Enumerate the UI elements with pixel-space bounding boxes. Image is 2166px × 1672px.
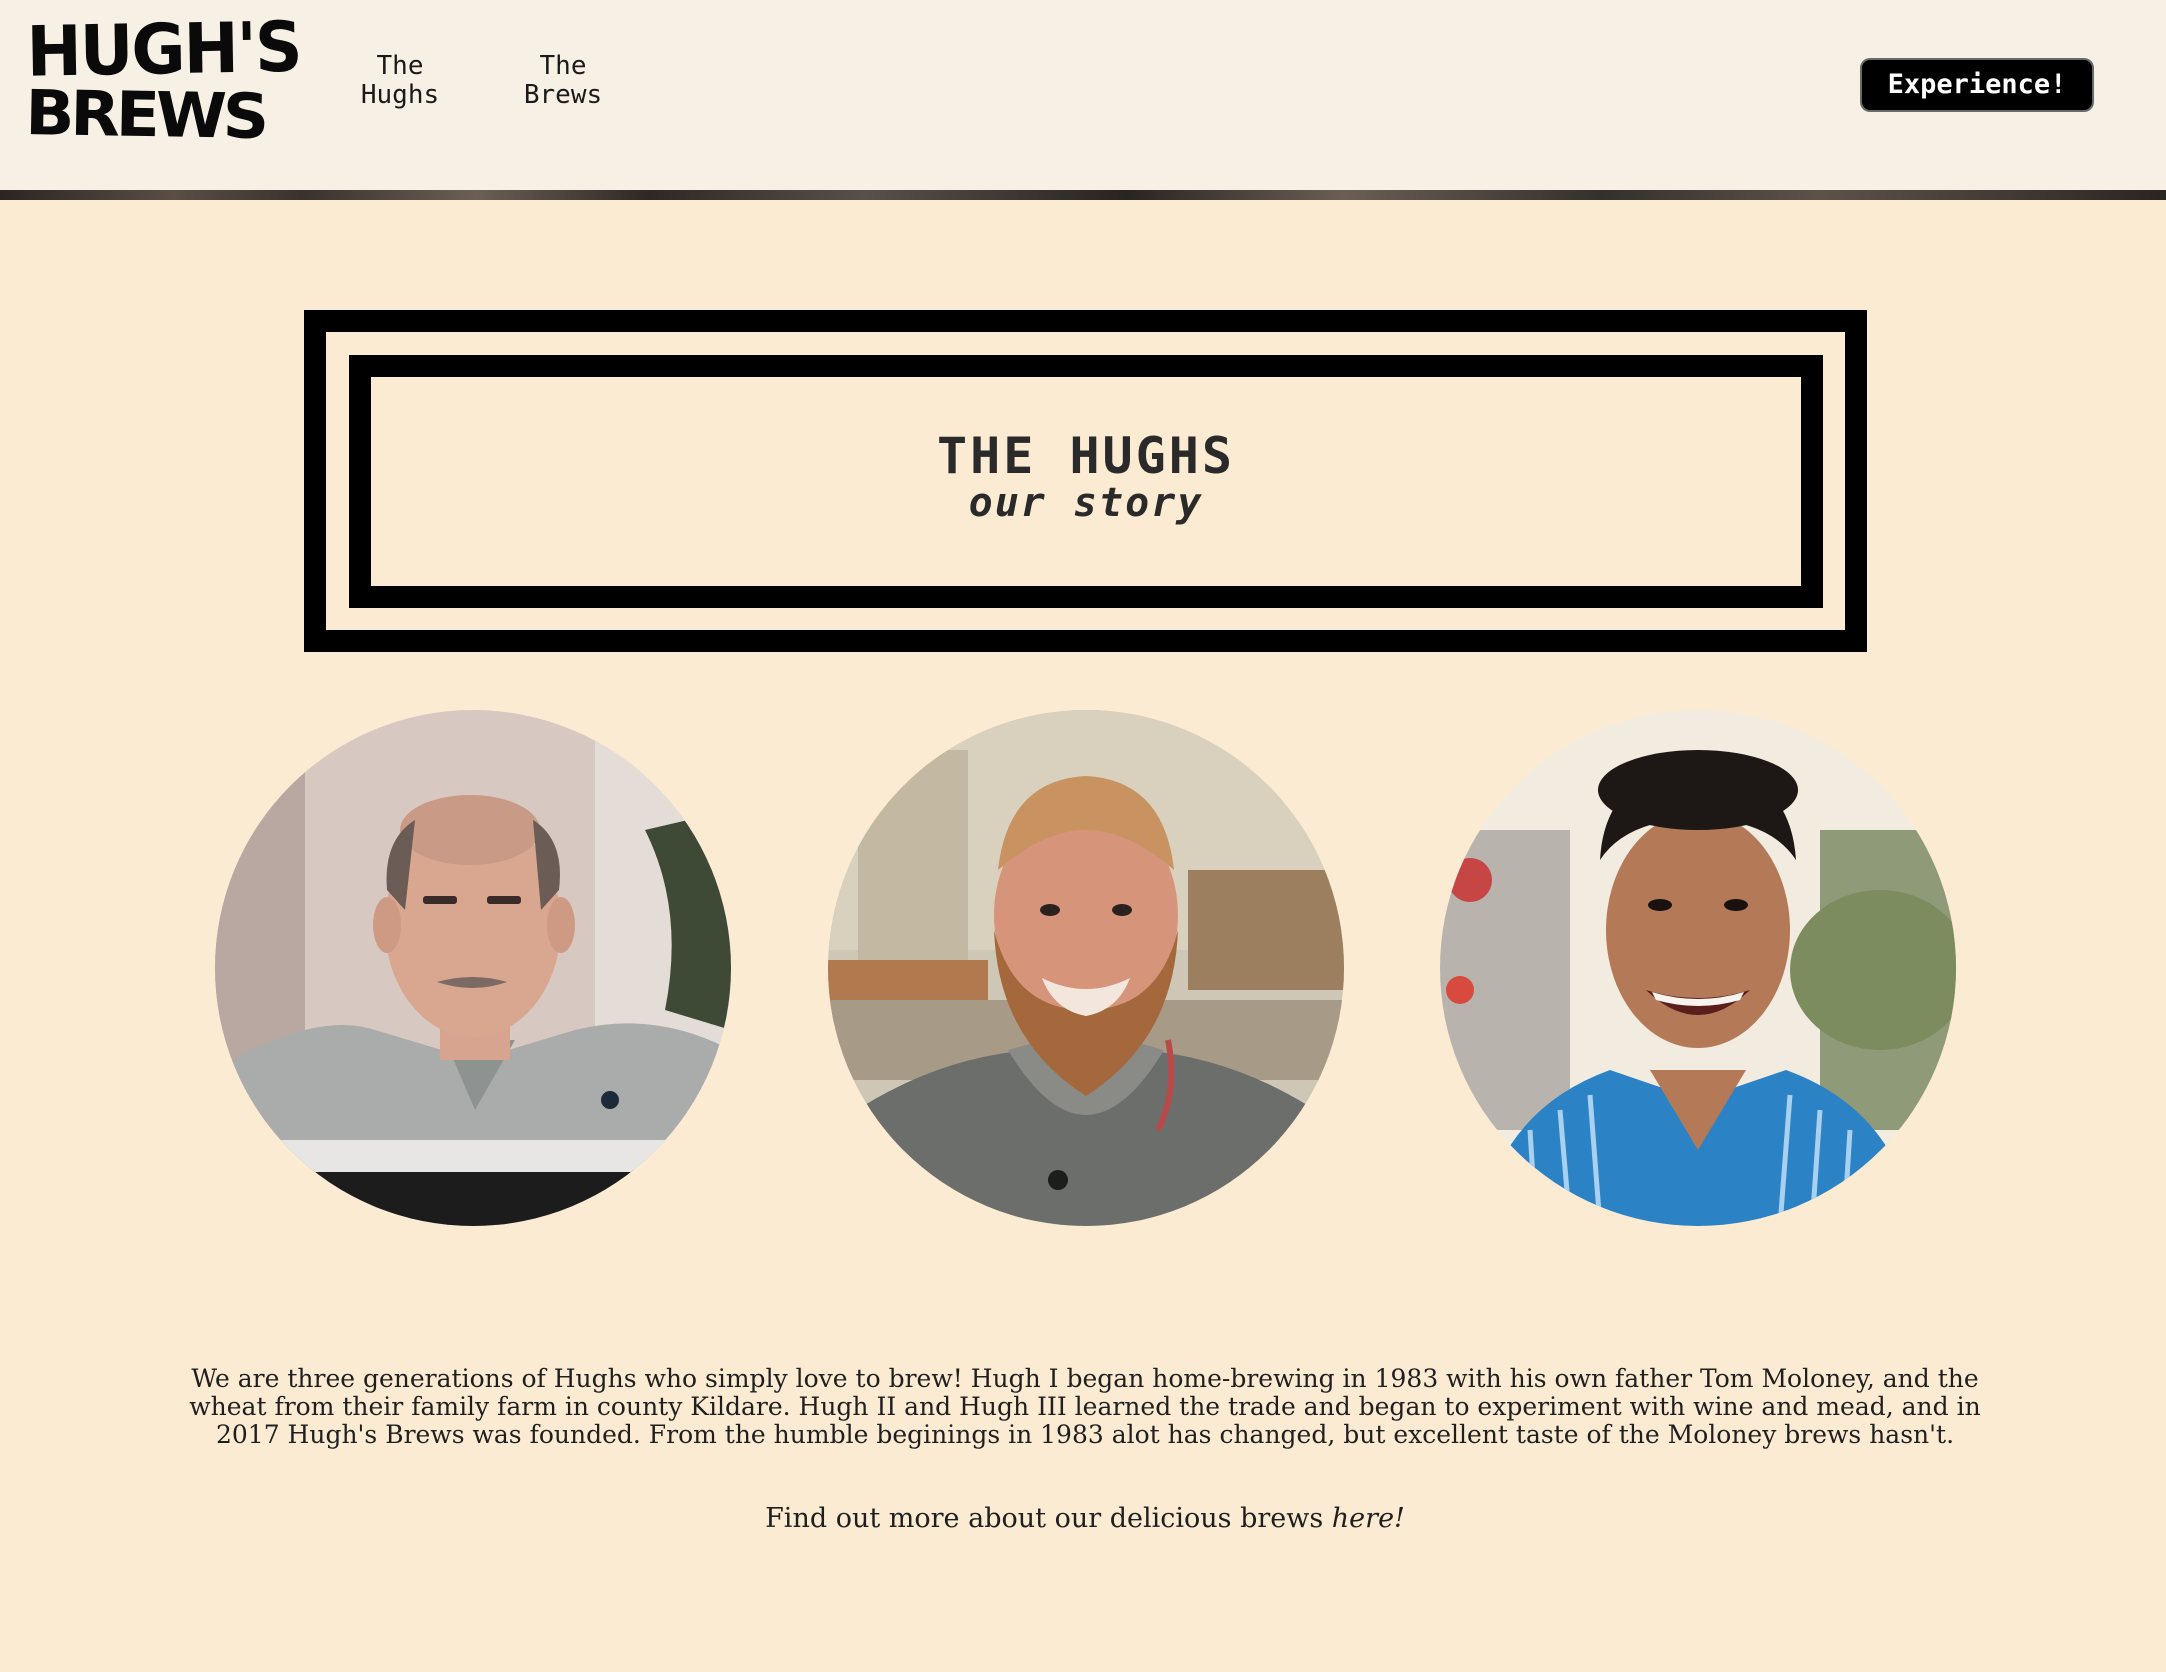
story-paragraph: We are three generations of Hughs who si…	[189, 1364, 1981, 1449]
portrait-hugh-iii-image	[1440, 710, 1956, 1226]
portrait-hugh-ii-image	[828, 710, 1344, 1226]
page-subtitle: our story	[968, 480, 1204, 526]
portrait-hugh-i-image	[215, 710, 731, 1226]
header-photo-strip	[0, 190, 2166, 200]
title-block: THE HUGHS our story	[349, 355, 1823, 608]
portrait-hugh-ii	[828, 710, 1344, 1226]
more-about-brews: Find out more about our delicious brews …	[180, 1504, 1990, 1534]
nav-link-the-brews[interactable]: The Brews	[513, 52, 613, 110]
logo-text-line2: BREWS	[24, 76, 266, 154]
brand-logo[interactable]: HUGH'S BREWS	[25, 7, 301, 153]
nav-link-the-hughs[interactable]: The Hughs	[350, 52, 450, 110]
portrait-hugh-i	[215, 710, 731, 1226]
brews-link[interactable]: here!	[1332, 1503, 1405, 1534]
portrait-hugh-iii	[1440, 710, 1956, 1226]
page-title: THE HUGHS	[937, 427, 1235, 485]
more-text: Find out more about our delicious brews	[765, 1503, 1332, 1534]
site-header: HUGH'S BREWS The Hughs The Brews Experie…	[0, 0, 2166, 190]
experience-button[interactable]: Experience!	[1862, 60, 2092, 110]
